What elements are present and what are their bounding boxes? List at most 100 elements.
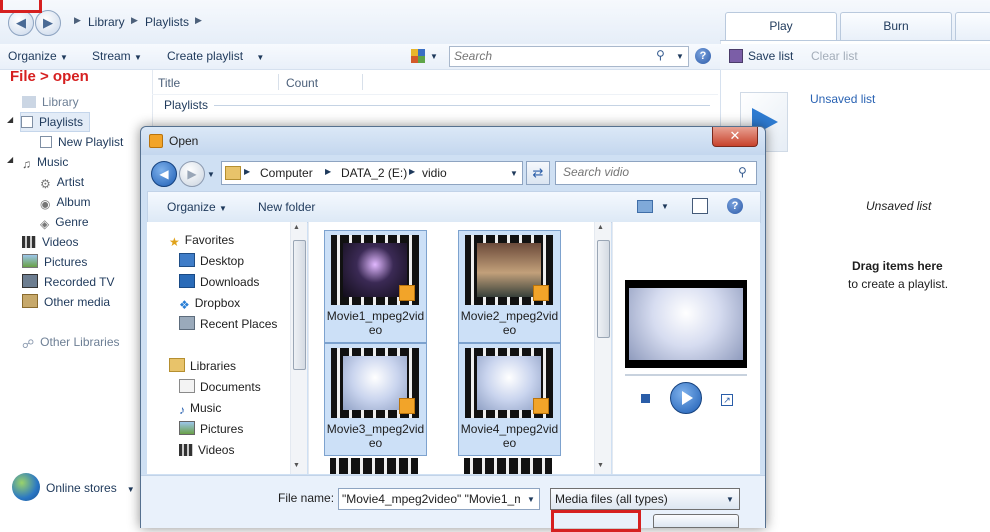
search-icon[interactable]: ⚲ [656,48,665,62]
recent-locations-icon[interactable]: ▼ [207,170,215,179]
chevron-down-icon[interactable]: ▼ [676,52,684,61]
open-player-icon[interactable]: ↗ [721,394,733,406]
nav-artist[interactable]: ⚙ Artist [40,172,84,192]
scroll-thumb[interactable] [293,240,306,370]
expand-arrow-icon[interactable]: ◢ [7,155,13,164]
dialog-forward-button[interactable]: ▶ [179,161,205,187]
open-button-highlight[interactable] [551,510,641,532]
tree-videos[interactable]: Videos [179,440,234,461]
search-icon[interactable]: ⚲ [738,165,747,179]
nav-library[interactable]: Library [22,92,79,112]
nav-pictures[interactable]: Pictures [22,252,87,272]
chevron-down-icon[interactable]: ▼ [510,169,518,178]
file-item-partial[interactable] [330,458,418,474]
tab-burn[interactable]: Burn [840,12,952,40]
tab-play[interactable]: Play [725,12,837,40]
preview-pane-icon[interactable] [692,198,708,214]
tree-favorites[interactable]: ★ Favorites [169,230,234,251]
chevron-right-icon: ▶ [325,167,332,176]
help-icon[interactable]: ? [695,48,711,64]
stop-icon[interactable] [641,394,650,403]
address-computer[interactable]: Computer [260,166,313,180]
file-item[interactable]: Movie2_mpeg2video [458,230,561,343]
tree-recent-places[interactable]: Recent Places [179,314,277,335]
save-icon [729,49,743,63]
nav-other-libraries[interactable]: ☍ Other Libraries [22,332,120,352]
dialog-organize-menu[interactable]: Organize ▼ [167,200,227,214]
play-button[interactable] [670,382,702,414]
file-item[interactable]: Movie3_mpeg2video [324,343,427,456]
library-search-input[interactable] [450,47,648,64]
address-drive[interactable]: DATA_2 (E:) [341,166,407,180]
chevron-down-icon[interactable]: ▼ [726,495,734,504]
chevron-down-icon: ▼ [134,53,142,62]
organize-menu[interactable]: Organize ▼ [8,49,68,63]
tab-sync[interactable] [955,12,990,40]
create-playlist-menu[interactable]: Create playlist ▼ [167,49,264,63]
tree-downloads[interactable]: Downloads [179,272,259,293]
tree-documents[interactable]: Documents [179,377,261,398]
close-icon: ✕ [729,128,741,143]
forward-button[interactable]: ▶ [35,10,61,36]
nav-recorded-tv[interactable]: Recorded TV [22,272,114,292]
scroll-thumb[interactable] [597,240,610,338]
scroll-down-icon[interactable]: ▼ [293,462,300,469]
address-folder[interactable]: vidio [422,166,447,180]
file-type-value: Media files (all types) [555,492,668,506]
seek-bar[interactable] [625,374,747,376]
tree-scrollbar[interactable]: ▲ ▼ [290,222,307,474]
clear-list-button[interactable]: Clear list [811,49,858,63]
tree-libraries[interactable]: Libraries [169,356,236,377]
stream-menu[interactable]: Stream ▼ [92,49,142,63]
file-item-partial[interactable] [464,458,552,474]
change-view-icon[interactable] [637,200,653,213]
breadcrumb-library[interactable]: Library [88,15,125,29]
tree-dropbox[interactable]: ❖ Dropbox [179,293,240,314]
dialog-address-bar[interactable]: ▶ Computer ▶ DATA_2 (E:) ▶ vidio ▼ [221,161,523,185]
nav-music[interactable]: ♫ Music [22,152,68,172]
file-type-select[interactable]: Media files (all types) ▼ [550,488,740,510]
file-list-scrollbar[interactable]: ▲ ▼ [594,222,611,474]
chevron-down-icon[interactable]: ▼ [527,495,535,504]
column-count[interactable]: Count [286,76,318,90]
file-item[interactable]: Movie1_mpeg2video [324,230,427,343]
cancel-button[interactable] [653,514,739,528]
back-arrow-icon: ◀ [16,15,26,30]
column-divider [278,74,279,90]
file-name-field[interactable]: "Movie4_mpeg2video" "Movie1_m ▼ [338,488,540,510]
wmp-file-icon [399,398,415,414]
tree-pictures[interactable]: Pictures [179,419,243,440]
back-button[interactable]: ◀ [8,10,34,36]
tree-desktop[interactable]: Desktop [179,251,244,272]
chevron-down-icon[interactable]: ▼ [661,202,669,211]
tree-music[interactable]: ♪ Music [179,398,221,419]
online-stores-button[interactable]: Online stores ▼ [46,478,135,498]
column-divider [362,74,363,90]
nav-genre[interactable]: ◈ Genre [40,212,89,232]
help-icon[interactable]: ? [727,198,743,214]
unsaved-list-link[interactable]: Unsaved list [810,92,875,106]
close-button[interactable]: ✕ [712,127,758,147]
dialog-back-button[interactable]: ◀ [151,161,177,187]
breadcrumb-playlists[interactable]: Playlists [145,15,189,29]
scroll-up-icon[interactable]: ▲ [597,224,604,231]
dialog-search-input[interactable] [556,162,740,182]
thumbnail-image [343,243,407,297]
nav-new-playlist[interactable]: New Playlist [40,132,123,152]
scroll-up-icon[interactable]: ▲ [293,224,300,231]
chevron-down-icon[interactable]: ▼ [430,52,438,61]
new-folder-button[interactable]: New folder [258,200,315,214]
expand-arrow-icon[interactable]: ◢ [7,115,13,124]
nav-videos[interactable]: Videos [22,232,78,252]
documents-icon [179,379,195,393]
view-options-icon[interactable] [411,49,425,63]
scroll-down-icon[interactable]: ▼ [597,462,604,469]
column-title[interactable]: Title [158,76,180,90]
wmp-file-icon [533,398,549,414]
nav-playlists[interactable]: Playlists [20,112,91,132]
nav-other-media[interactable]: Other media [22,292,110,312]
nav-album[interactable]: ◉ Album [40,192,91,212]
save-list-button[interactable]: Save list [748,49,793,63]
file-item[interactable]: Movie4_mpeg2video [458,343,561,456]
refresh-button[interactable]: ⇄ [526,161,550,185]
